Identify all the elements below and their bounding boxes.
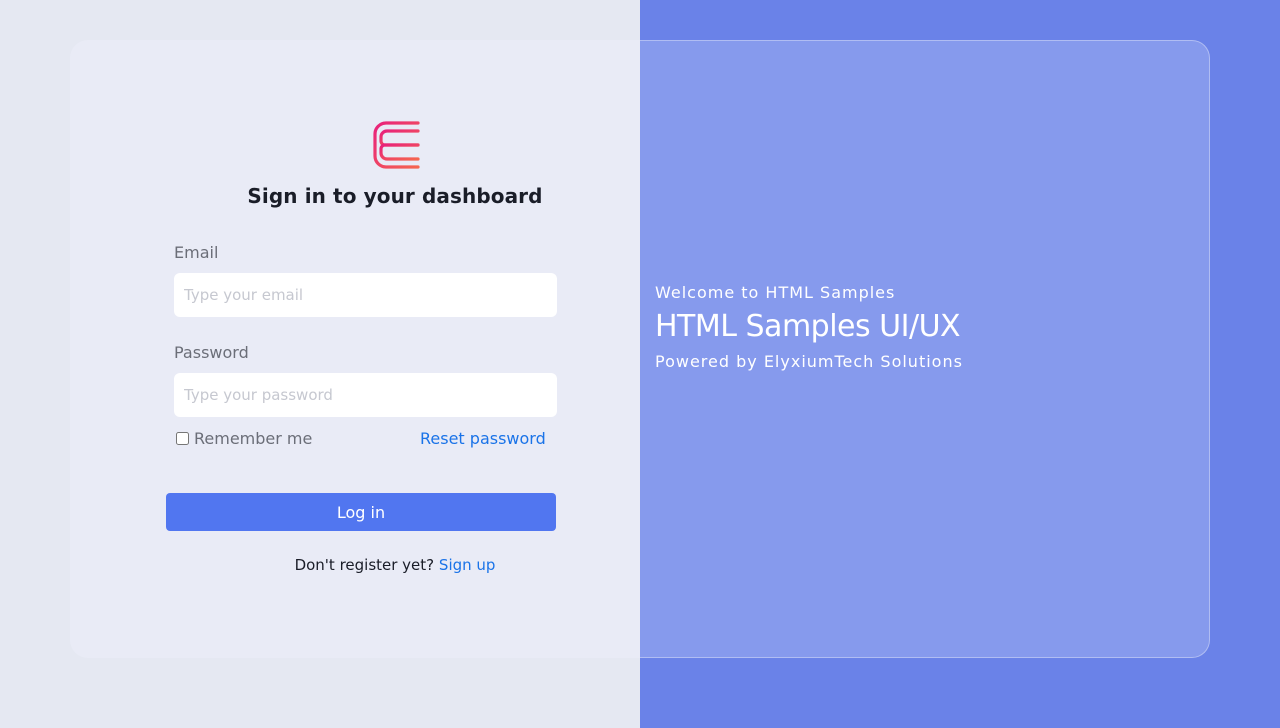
signup-link[interactable]: Sign up [439, 556, 496, 574]
elyxium-e-logo-icon [373, 121, 420, 169]
remember-me-label: Remember me [194, 429, 313, 448]
signup-prompt: Don't register yet? Sign up [140, 556, 650, 574]
reset-password-link[interactable]: Reset password [420, 429, 546, 448]
welcome-text: Welcome to HTML Samples [655, 283, 896, 302]
remember-me-checkbox[interactable] [176, 432, 189, 445]
email-label: Email [174, 243, 219, 262]
promo-headline: HTML Samples UI/UX [655, 309, 961, 344]
password-input[interactable] [174, 373, 557, 417]
login-button[interactable]: Log in [166, 493, 556, 531]
promo-card [640, 40, 1210, 658]
signup-prompt-text: Don't register yet? [294, 556, 435, 574]
remember-me-row: Remember me [175, 429, 312, 448]
email-input[interactable] [174, 273, 557, 317]
password-label: Password [174, 343, 249, 362]
powered-by-text: Powered by ElyxiumTech Solutions [655, 352, 963, 371]
login-title: Sign in to your dashboard [247, 184, 543, 208]
